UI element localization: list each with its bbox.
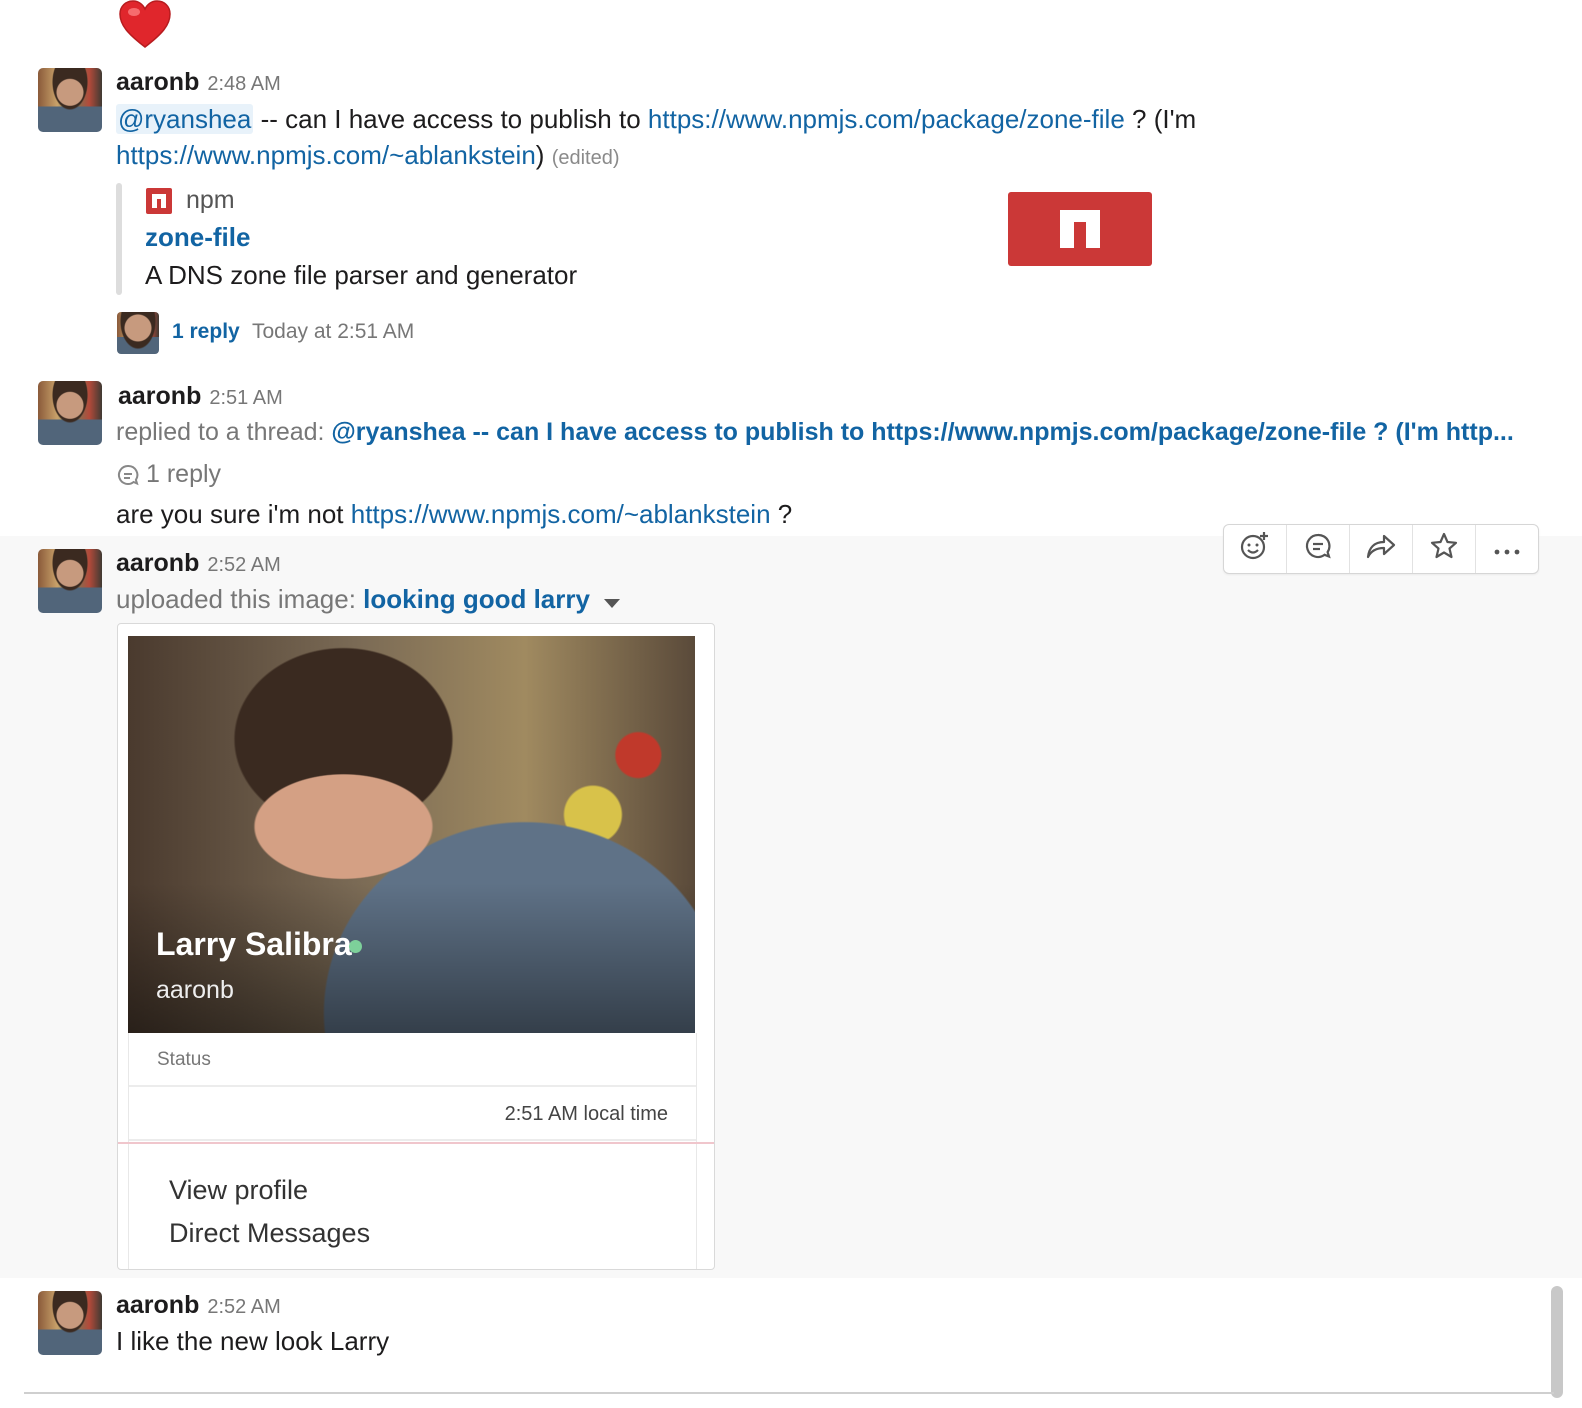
message-text-segment: -- can I have access to publish to	[253, 104, 648, 134]
message-header: aaronb 2:52 AM	[116, 549, 281, 578]
thread-replies-link[interactable]: 1 reply	[172, 320, 240, 344]
status-label: Status	[157, 1049, 211, 1070]
message-header: aaronb 2:52 AM	[116, 1291, 281, 1320]
npm-thumbnail-icon[interactable]	[1008, 192, 1152, 266]
parent-message-link[interactable]: @ryanshea -- can I have access to publis…	[331, 418, 1513, 446]
profile-link[interactable]: https://www.npmjs.com/~ablankstein	[351, 499, 771, 529]
timestamp[interactable]: 2:51 AM	[209, 387, 282, 409]
message-text: are you sure i'm not https://www.npmjs.c…	[116, 499, 792, 530]
message-text-line-2: https://www.npmjs.com/~ablankstein) (edi…	[116, 140, 620, 171]
thread-last-reply-time: Today at 2:51 AM	[252, 320, 415, 343]
timestamp[interactable]: 2:52 AM	[207, 1296, 280, 1318]
composer-top-border	[24, 1392, 1554, 1394]
share-button[interactable]	[1350, 525, 1413, 573]
message-text-segment: are you sure i'm not	[116, 499, 351, 529]
profile-handle: aaronb	[156, 976, 234, 1004]
menu-direct-messages: Direct Messages	[169, 1218, 371, 1248]
thread-reply-context: replied to a thread: @ryanshea -- can I …	[116, 418, 1514, 447]
zone-file-link[interactable]: https://www.npmjs.com/package/zone-file	[648, 104, 1125, 134]
heart-emoji-icon	[118, 0, 172, 50]
username[interactable]: aaronb	[116, 68, 199, 96]
message-header: aaronb 2:51 AM	[118, 382, 283, 411]
star-button[interactable]	[1413, 525, 1476, 573]
replied-prefix: replied to a thread:	[116, 418, 332, 446]
message-text-segment: )	[535, 140, 545, 170]
timestamp[interactable]: 2:52 AM	[207, 554, 280, 576]
message-header: aaronb 2:48 AM	[116, 68, 281, 97]
profile-card-body: Status 2:51 AM local time View profile D…	[128, 1033, 697, 1269]
npm-logo-icon	[146, 188, 172, 214]
message-actions-toolbar	[1223, 524, 1539, 574]
profile-photo: Larry Salibra aaronb	[128, 636, 695, 1033]
more-actions-button[interactable]	[1476, 525, 1538, 573]
presence-dot	[349, 940, 362, 953]
attachment-description: A DNS zone file parser and generator	[145, 260, 578, 290]
thread-icon	[116, 463, 140, 487]
star-icon	[1430, 532, 1458, 567]
thread-reply-avatar	[117, 312, 159, 354]
local-time: 2:51 AM local time	[504, 1103, 668, 1125]
npm-logo-shape	[1074, 222, 1086, 248]
scrollbar[interactable]	[1551, 1286, 1563, 1398]
avatar[interactable]	[38, 381, 102, 445]
user-mention[interactable]: @ryanshea	[116, 104, 254, 134]
avatar[interactable]	[38, 549, 102, 613]
message-text-segment: ?	[770, 499, 793, 529]
profile-link[interactable]: https://www.npmjs.com/~ablankstein	[116, 140, 536, 170]
upload-line: uploaded this image: looking good larry	[116, 584, 621, 617]
attachment-bar	[116, 183, 122, 295]
profile-name: Larry Salibra	[156, 926, 352, 962]
menu-view-profile: View profile	[169, 1175, 309, 1205]
add-reaction-button[interactable]	[1224, 525, 1287, 573]
avatar[interactable]	[38, 1291, 102, 1355]
upload-prefix: uploaded this image:	[116, 584, 364, 614]
status-row: Status	[129, 1033, 696, 1087]
attachment-service-name: npm	[186, 186, 235, 214]
message-text: I like the new look Larry	[116, 1326, 390, 1356]
chevron-down-icon[interactable]	[603, 586, 621, 617]
message-text-segment: ? (I'm	[1124, 104, 1197, 134]
avatar[interactable]	[38, 68, 102, 132]
start-thread-icon	[1304, 532, 1332, 567]
local-time-row: 2:51 AM local time	[129, 1087, 696, 1141]
more-actions-icon	[1493, 535, 1521, 563]
image-title-link[interactable]: looking good larry	[363, 584, 590, 614]
username[interactable]: aaronb	[118, 382, 201, 410]
message-text: @ryanshea -- can I have access to publis…	[116, 104, 1196, 135]
edited-label: (edited)	[551, 147, 620, 169]
attachment-title-link[interactable]: zone-file	[145, 222, 250, 253]
timestamp[interactable]: 2:48 AM	[207, 73, 280, 95]
username[interactable]: aaronb	[116, 1291, 199, 1319]
start-thread-button[interactable]	[1287, 525, 1350, 573]
uploaded-image[interactable]: Larry Salibra aaronb Status 2:51 AM loca…	[117, 623, 715, 1270]
share-icon	[1366, 532, 1396, 567]
add-reaction-icon	[1240, 531, 1270, 568]
username[interactable]: aaronb	[116, 549, 199, 577]
divider	[118, 1142, 714, 1144]
reply-count[interactable]: 1 reply	[116, 460, 221, 489]
reply-count-label: 1 reply	[146, 460, 222, 488]
